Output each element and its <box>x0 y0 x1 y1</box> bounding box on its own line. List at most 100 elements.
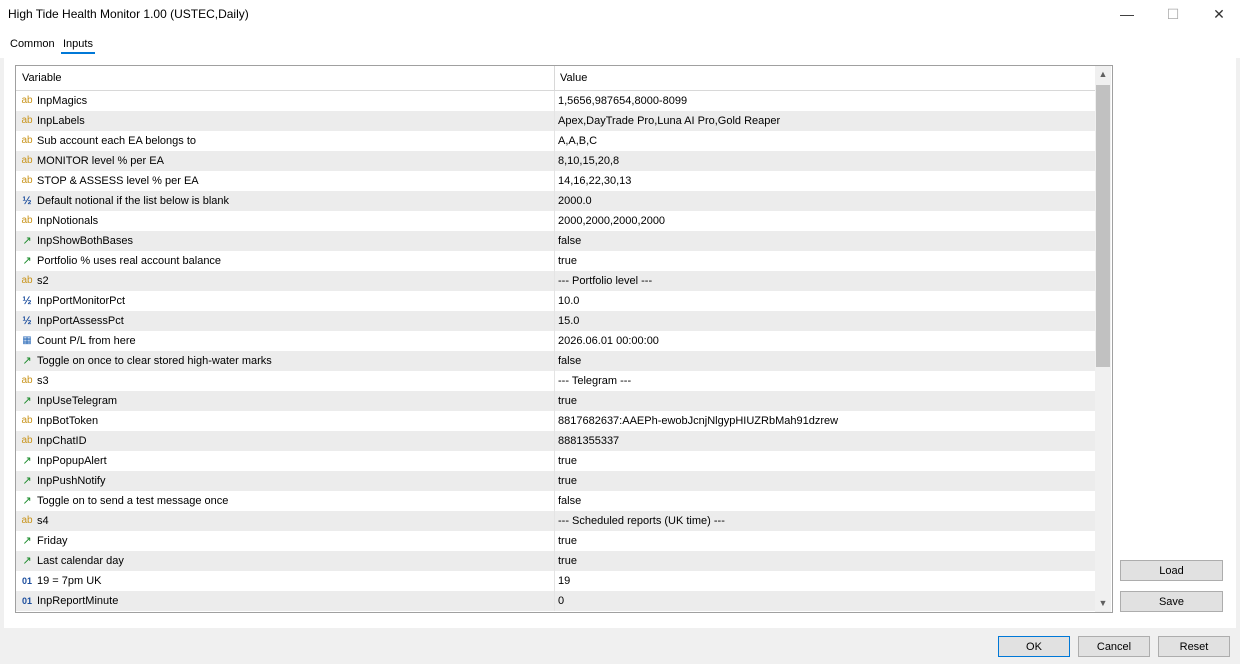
variable-name: InpPortMonitorPct <box>37 295 126 307</box>
variable-name: s3 <box>37 375 49 387</box>
variable-name: s2 <box>37 275 49 287</box>
variable-value[interactable]: --- Telegram --- <box>558 375 631 387</box>
scroll-down-arrow-icon[interactable]: ▼ <box>1095 595 1111 612</box>
table-row[interactable]: ½ InpPortAssessPct 15.0 <box>16 311 1095 331</box>
variable-value[interactable]: 0 <box>558 595 564 607</box>
minimize-button[interactable]: — <box>1104 0 1150 28</box>
variable-value[interactable]: 10.0 <box>558 295 579 307</box>
table-row[interactable]: ab InpBotToken 8817682637:AAEPh-ewobJcnjNl… <box>16 411 1095 431</box>
table-row[interactable]: ab STOP & ASSESS level % per EA 14,16,22,3… <box>16 171 1095 191</box>
table-row[interactable]: ▦ Count P/L from here 2026.06.01 00:00:00 <box>16 331 1095 351</box>
table-row[interactable]: 01 19 = 7pm UK 19 <box>16 571 1095 591</box>
tab-common[interactable]: Common <box>10 38 55 50</box>
cell-divider <box>554 91 555 111</box>
variable-value[interactable]: false <box>558 235 581 247</box>
variable-value[interactable]: true <box>558 555 577 567</box>
variable-value[interactable]: false <box>558 355 581 367</box>
close-button[interactable]: ✕ <box>1196 0 1240 28</box>
table-row[interactable]: ab InpLabels Apex,DayTrade Pro,Luna AI Pro… <box>16 111 1095 131</box>
scrollbar-thumb[interactable] <box>1096 85 1110 367</box>
table-row[interactable]: ↗ Toggle on once to clear stored high-wat… <box>16 351 1095 371</box>
table-row[interactable]: ab s4 --- Scheduled reports (UK time) --- <box>16 511 1095 531</box>
variable-value[interactable]: 2000,2000,2000,2000 <box>558 215 665 227</box>
variable-value[interactable]: 8881355337 <box>558 435 619 447</box>
string-type-icon: ab <box>21 275 33 286</box>
variable-value[interactable]: true <box>558 395 577 407</box>
column-divider[interactable] <box>554 66 555 90</box>
column-header-value[interactable]: Value <box>560 72 587 84</box>
variable-name: MONITOR level % per EA <box>37 155 164 167</box>
variable-name: Count P/L from here <box>37 335 136 347</box>
table-row[interactable]: ↗ InpPushNotify true <box>16 471 1095 491</box>
tab-inputs[interactable]: Inputs <box>61 38 95 54</box>
variable-value[interactable]: Apex,DayTrade Pro,Luna AI Pro,Gold Reape… <box>558 115 780 127</box>
variable-value[interactable]: 2000.0 <box>558 195 592 207</box>
variable-value[interactable]: 15.0 <box>558 315 579 327</box>
table-row[interactable]: ab s3 --- Telegram --- <box>16 371 1095 391</box>
bool-type-icon: ↗ <box>22 395 32 407</box>
variable-value[interactable]: A,A,B,C <box>558 135 597 147</box>
variable-name: Sub account each EA belongs to <box>37 135 197 147</box>
maximize-button[interactable]: ☐ <box>1150 0 1196 28</box>
save-button[interactable]: Save <box>1120 591 1223 612</box>
reset-button[interactable]: Reset <box>1158 636 1230 657</box>
variable-value[interactable]: 2026.06.01 00:00:00 <box>558 335 659 347</box>
variable-value[interactable]: 19 <box>558 575 570 587</box>
table-row[interactable]: ½ Default notional if the list below is b… <box>16 191 1095 211</box>
ok-button[interactable]: OK <box>998 636 1070 657</box>
load-button[interactable]: Load <box>1120 560 1223 581</box>
column-header-variable[interactable]: Variable <box>22 72 62 84</box>
string-type-icon: ab <box>21 155 33 166</box>
variable-value[interactable]: true <box>558 475 577 487</box>
table-row[interactable]: 01 InpReportMinute 0 <box>16 591 1095 611</box>
cell-divider <box>554 531 555 551</box>
table-row[interactable]: ↗ InpUseTelegram true <box>16 391 1095 411</box>
cell-divider <box>554 371 555 391</box>
variable-value[interactable]: --- Portfolio level --- <box>558 275 652 287</box>
table-row[interactable]: ½ InpPortMonitorPct 10.0 <box>16 291 1095 311</box>
table-row[interactable]: ↗ Last calendar day true <box>16 551 1095 571</box>
table-row[interactable]: ab Sub account each EA belongs to A,A,B,C <box>16 131 1095 151</box>
table-row[interactable]: ↗ InpShowBothBases false <box>16 231 1095 251</box>
grid-header: Variable Value <box>16 66 1096 91</box>
variable-name: STOP & ASSESS level % per EA <box>37 175 199 187</box>
table-row[interactable]: ab InpNotionals 2000,2000,2000,2000 <box>16 211 1095 231</box>
variable-value[interactable]: --- Scheduled reports (UK time) --- <box>558 515 725 527</box>
table-row[interactable]: ↗ Friday true <box>16 531 1095 551</box>
cell-divider <box>554 411 555 431</box>
table-row[interactable]: ab MONITOR level % per EA 8,10,15,20,8 <box>16 151 1095 171</box>
cell-divider <box>554 111 555 131</box>
bool-type-icon: ↗ <box>22 255 32 267</box>
cell-divider <box>554 151 555 171</box>
table-row[interactable]: ↗ Portfolio % uses real account balance tr… <box>16 251 1095 271</box>
table-row[interactable]: ↗ Toggle on to send a test message once fa… <box>16 491 1095 511</box>
integer-type-icon: 01 <box>21 576 32 586</box>
table-row[interactable]: ab InpChatID 8881355337 <box>16 431 1095 451</box>
cell-divider <box>554 391 555 411</box>
variable-value[interactable]: false <box>558 495 581 507</box>
variable-value[interactable]: 8817682637:AAEPh-ewobJcnjNlgypHIUZRbMah9… <box>558 415 838 427</box>
variable-name: InpPopupAlert <box>37 455 107 467</box>
variable-name: Toggle on once to clear stored high-wate… <box>37 355 272 367</box>
scroll-up-arrow-icon[interactable]: ▲ <box>1095 66 1111 83</box>
variable-value[interactable]: 14,16,22,30,13 <box>558 175 631 187</box>
cancel-button[interactable]: Cancel <box>1078 636 1150 657</box>
table-row[interactable]: ab s2 --- Portfolio level --- <box>16 271 1095 291</box>
tab-bar: Common Inputs <box>0 28 1240 58</box>
bool-type-icon: ↗ <box>22 555 32 567</box>
table-row[interactable]: ↗ InpPopupAlert true <box>16 451 1095 471</box>
variable-value[interactable]: 1,5656,987654,8000-8099 <box>558 95 687 107</box>
variable-name: Last calendar day <box>37 555 124 567</box>
grid-rows: ab InpMagics 1,5656,987654,8000-8099 ab InpL… <box>16 91 1095 611</box>
cell-divider <box>554 251 555 271</box>
variable-value[interactable]: true <box>558 255 577 267</box>
variable-value[interactable]: true <box>558 535 577 547</box>
variable-value[interactable]: 8,10,15,20,8 <box>558 155 619 167</box>
double-type-icon: ½ <box>22 295 32 307</box>
string-type-icon: ab <box>21 375 33 386</box>
table-row[interactable]: ab InpMagics 1,5656,987654,8000-8099 <box>16 91 1095 111</box>
cell-divider <box>554 211 555 231</box>
cell-divider <box>554 491 555 511</box>
vertical-scrollbar[interactable]: ▲ ▼ <box>1095 66 1111 612</box>
variable-value[interactable]: true <box>558 455 577 467</box>
